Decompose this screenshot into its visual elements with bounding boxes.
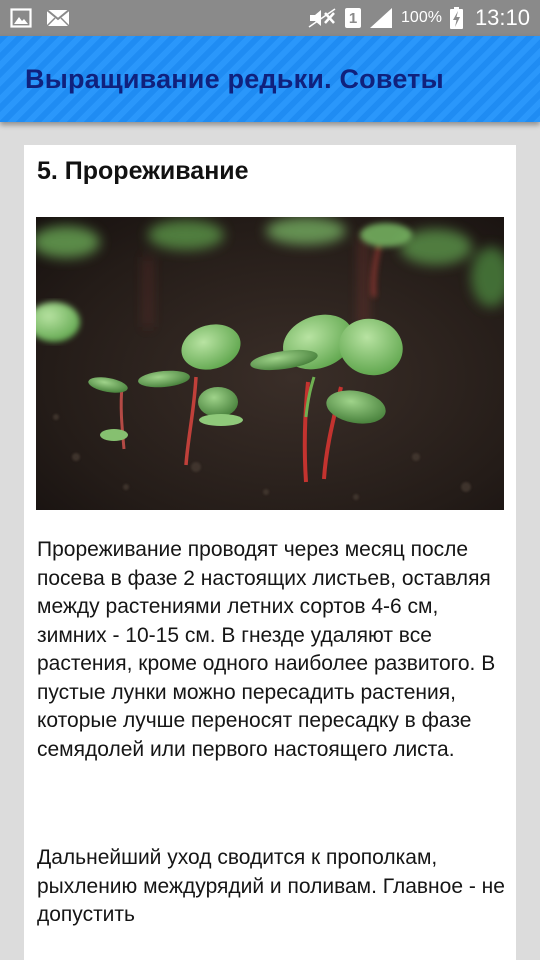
app-title: Выращивание редьки. Советы (25, 63, 444, 94)
mail-icon (46, 9, 70, 27)
paragraph: Дальнейший уход сводится к прополкам, ры… (37, 846, 505, 926)
status-bar: 1 100% 13:10 (0, 0, 540, 36)
battery-charging-icon (449, 7, 463, 29)
paragraph: Прореживание проводят через месяц после … (37, 538, 496, 761)
signal-icon (369, 7, 393, 29)
clock: 13:10 (474, 5, 530, 30)
radish-seedlings-photo (36, 217, 504, 510)
mute-icon (307, 7, 337, 29)
gallery-icon (10, 8, 32, 28)
article-card: 5. Прореживание Прореживание проводят че… (24, 145, 516, 960)
section-title: 5. Прореживание (37, 157, 249, 185)
sim-icon: 1 (345, 8, 362, 28)
app-bar: Выращивание редьки. Советы (0, 36, 540, 122)
battery-percent: 100% (401, 9, 442, 26)
